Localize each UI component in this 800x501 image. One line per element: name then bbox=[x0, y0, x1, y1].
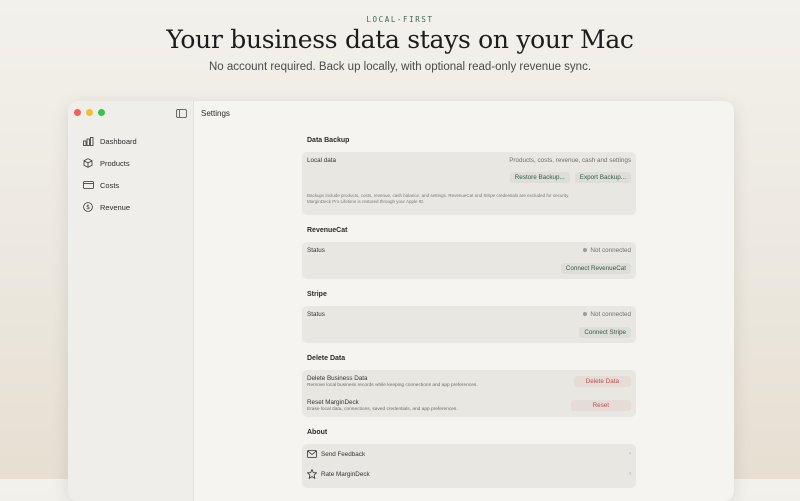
about-item-label: Send Feedback bbox=[321, 450, 366, 458]
revenuecat-status-value: Not connected bbox=[590, 247, 631, 254]
stripe-status: Not connected bbox=[583, 311, 631, 318]
revenuecat-card: Status Not connected Connect RevenueCat bbox=[302, 242, 636, 279]
sidebar-item-products[interactable]: Products bbox=[83, 152, 137, 174]
hero-eyebrow: LOCAL-FIRST bbox=[366, 15, 434, 24]
backup-summary: Products, costs, revenue, cash and setti… bbox=[509, 156, 631, 164]
sidebar-item-label: Dashboard bbox=[100, 136, 137, 146]
section-title-backup: Data Backup bbox=[307, 137, 350, 144]
cube-icon bbox=[83, 158, 96, 168]
delete-business-text: Delete Business Data Remove local busine… bbox=[307, 375, 478, 388]
delete-data-button[interactable]: Delete Data bbox=[573, 376, 631, 387]
reset-button[interactable]: Reset bbox=[570, 399, 631, 411]
revenuecat-actions: Connect RevenueCat bbox=[307, 259, 631, 277]
section-title-revenuecat: RevenueCat bbox=[307, 227, 348, 234]
export-backup-button[interactable]: Export Backup... bbox=[574, 171, 631, 183]
backup-note-2: MarginDeck Pro Lifetime is restored thro… bbox=[307, 199, 425, 204]
settings-content: Data Backup Local data Products, costs, … bbox=[302, 137, 636, 500]
reset-text: Reset MarginDeck Erase local data, conne… bbox=[307, 399, 458, 412]
reset-desc: Erase local data, connections, saved cre… bbox=[307, 406, 458, 412]
delete-business-desc: Remove local business records while keep… bbox=[307, 383, 478, 388]
section-title-delete: Delete Data bbox=[307, 355, 346, 362]
reset-title: Reset MarginDeck bbox=[307, 398, 359, 406]
restore-backup-button[interactable]: Restore Backup... bbox=[509, 171, 570, 183]
backup-label: Local data bbox=[307, 156, 337, 164]
stripe-status-label: Status bbox=[307, 311, 325, 318]
revenuecat-status-label: Status bbox=[307, 247, 325, 254]
revenuecat-status-row: Status Not connected bbox=[307, 242, 631, 259]
sidebar-toggle-icon[interactable] bbox=[176, 109, 187, 118]
backup-row: Local data Products, costs, revenue, cas… bbox=[307, 152, 631, 168]
sidebar-item-label: Costs bbox=[100, 180, 120, 190]
app-window: Dashboard Products Costs $ Revenue Setti… bbox=[68, 101, 734, 501]
close-window-button[interactable] bbox=[74, 109, 81, 116]
about-item-label: Rate MarginDeck bbox=[321, 470, 370, 478]
delete-business-row: Delete Business Data Remove local busine… bbox=[307, 370, 631, 393]
chart-bars-icon bbox=[83, 136, 96, 146]
envelope-icon bbox=[307, 450, 317, 458]
sidebar-item-revenue[interactable]: $ Revenue bbox=[83, 196, 137, 218]
backup-actions: Restore Backup... Export Backup... bbox=[307, 168, 631, 186]
credit-card-icon bbox=[83, 181, 96, 189]
zoom-window-button[interactable] bbox=[98, 109, 105, 116]
sidebar-nav: Dashboard Products Costs $ Revenue bbox=[83, 130, 137, 218]
revenuecat-status: Not connected bbox=[583, 247, 631, 254]
delete-card: Delete Business Data Remove local busine… bbox=[302, 370, 636, 417]
chevron-right-icon: › bbox=[629, 471, 631, 477]
delete-business-title: Delete Business Data bbox=[307, 375, 368, 382]
sidebar: Dashboard Products Costs $ Revenue bbox=[68, 101, 194, 501]
sidebar-item-costs[interactable]: Costs bbox=[83, 174, 137, 196]
reset-row: Reset MarginDeck Erase local data, conne… bbox=[307, 393, 631, 417]
backup-card: Local data Products, costs, revenue, cas… bbox=[302, 152, 636, 215]
window-title: Settings bbox=[201, 109, 230, 118]
minimize-window-button[interactable] bbox=[86, 109, 93, 116]
about-card: Send Feedback › Rate MarginDeck › bbox=[302, 444, 636, 488]
about-item-feedback[interactable]: Send Feedback › bbox=[307, 444, 631, 464]
star-icon bbox=[307, 469, 317, 479]
hero-headline: Your business data stays on your Mac bbox=[166, 25, 634, 54]
connect-revenuecat-button[interactable]: Connect RevenueCat bbox=[560, 262, 631, 274]
about-item-feedback-content: Send Feedback bbox=[307, 450, 365, 458]
section-title-stripe: Stripe bbox=[307, 291, 327, 298]
about-item-rate[interactable]: Rate MarginDeck › bbox=[307, 464, 631, 484]
sidebar-item-dashboard[interactable]: Dashboard bbox=[83, 130, 137, 152]
dollar-circle-icon: $ bbox=[83, 202, 96, 212]
about-item-rate-content: Rate MarginDeck bbox=[307, 469, 370, 479]
sidebar-item-label: Revenue bbox=[100, 202, 131, 212]
stripe-status-row: Status Not connected bbox=[307, 306, 631, 323]
stripe-status-value: Not connected bbox=[590, 311, 631, 318]
chevron-right-icon: › bbox=[629, 451, 631, 457]
stripe-actions: Connect Stripe bbox=[307, 323, 631, 341]
sidebar-item-label: Products bbox=[100, 158, 130, 168]
stripe-card: Status Not connected Connect Stripe bbox=[302, 306, 636, 343]
section-title-about: About bbox=[307, 429, 328, 436]
window-controls bbox=[74, 109, 105, 116]
svg-text:$: $ bbox=[86, 204, 90, 211]
status-dot-icon bbox=[583, 248, 588, 253]
hero-subhead: No account required. Back up locally, wi… bbox=[208, 61, 592, 73]
status-dot-icon bbox=[583, 312, 588, 317]
connect-stripe-button[interactable]: Connect Stripe bbox=[579, 326, 631, 338]
